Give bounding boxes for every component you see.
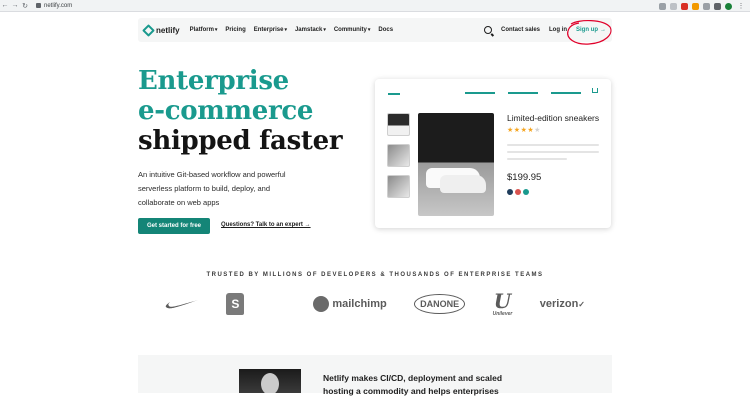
back-arrow-icon[interactable]: ← bbox=[0, 2, 10, 9]
mailchimp-logo: mailchimp bbox=[313, 296, 387, 312]
extension-icon[interactable] bbox=[670, 2, 677, 10]
product-thumbnail bbox=[387, 113, 410, 136]
person-photo bbox=[239, 369, 301, 393]
netlify-logo[interactable]: netlify bbox=[142, 23, 180, 37]
nav-item-enterprise[interactable]: Enterprise ▾ bbox=[254, 27, 287, 33]
star-filled-icon: ★ bbox=[513, 127, 521, 134]
address-bar[interactable]: netlify.com bbox=[36, 1, 636, 11]
talk-to-expert-link[interactable]: Questions? Talk to an expert → bbox=[221, 222, 311, 228]
brand-logos: S mailchimp DANONE U Unilever verizon ✓ bbox=[165, 288, 585, 320]
reload-icon[interactable]: ↻ bbox=[20, 2, 30, 10]
search-icon[interactable] bbox=[483, 26, 492, 34]
browser-toolbar: ← → ↻ netlify.com ⋮ bbox=[0, 0, 750, 12]
hero-heading: Enterprise e-commerce shipped faster bbox=[138, 66, 343, 156]
chevron-down-icon: ▾ bbox=[284, 27, 287, 33]
forward-arrow-icon[interactable]: → bbox=[10, 2, 20, 9]
product-card-illustration: Limited-edition sneakers ★★★★★ $199.95 bbox=[375, 79, 611, 228]
card-nav-bars bbox=[465, 92, 581, 94]
more-menu-icon[interactable]: ⋮ bbox=[736, 2, 746, 10]
nike-logo bbox=[165, 299, 199, 309]
cart-icon bbox=[592, 88, 598, 93]
extension-icon[interactable] bbox=[692, 2, 699, 10]
site-navigation: netlify Platform ▾ Pricing Enterprise ▾ Ja… bbox=[138, 18, 612, 42]
avatar[interactable] bbox=[725, 2, 732, 10]
trusted-heading: TRUSTED BY MILLIONS OF DEVELOPERS & THOU… bbox=[206, 272, 544, 278]
placeholder-text-lines bbox=[507, 144, 599, 165]
chevron-down-icon: ▾ bbox=[367, 27, 371, 33]
star-empty-icon: ★ bbox=[534, 127, 541, 134]
mailchimp-freddie-icon bbox=[313, 296, 330, 312]
verizon-logo: verizon ✓ bbox=[539, 298, 585, 310]
get-started-button[interactable]: Get started for free bbox=[138, 218, 210, 234]
unilever-u-icon: U bbox=[493, 289, 512, 313]
netlify-logo-icon bbox=[142, 23, 155, 37]
chevron-down-icon: ▾ bbox=[323, 27, 326, 33]
nav-item-community[interactable]: Community ▾ bbox=[334, 27, 371, 33]
puzzle-icon[interactable] bbox=[714, 2, 721, 10]
figma-logo bbox=[272, 293, 286, 315]
ci-cd-section: Netlify makes CI/CD, deployment and scal… bbox=[138, 355, 612, 396]
logo-text: netlify bbox=[156, 25, 180, 35]
nav-item-platform[interactable]: Platform ▾ bbox=[190, 27, 218, 33]
hero-line-2: e-commerce bbox=[138, 96, 314, 126]
product-thumbnail bbox=[387, 144, 410, 167]
nav-item-pricing[interactable]: Pricing bbox=[225, 27, 245, 33]
star-filled-icon: ★ bbox=[507, 127, 514, 134]
nike-swoosh-icon bbox=[165, 300, 198, 309]
hero-line-1: Enterprise bbox=[138, 66, 289, 96]
color-swatch bbox=[507, 189, 513, 195]
hero-line-3: shipped faster bbox=[138, 126, 343, 156]
section-text: Netlify makes CI/CD, deployment and scal… bbox=[323, 373, 503, 396]
product-main-image bbox=[418, 113, 494, 216]
extension-icon[interactable] bbox=[703, 2, 710, 10]
hero-description: An intuitive Git-based workflow and powe… bbox=[138, 170, 286, 207]
lock-icon bbox=[36, 3, 41, 8]
nav-item-jamstack[interactable]: Jamstack ▾ bbox=[295, 27, 326, 33]
unilever-logo: U Unilever bbox=[492, 289, 513, 317]
product-thumbnail bbox=[387, 175, 410, 198]
color-swatch bbox=[515, 189, 521, 195]
nav-item-docs[interactable]: Docs bbox=[378, 27, 393, 33]
contact-sales-link[interactable]: Contact sales bbox=[501, 27, 540, 33]
url-text: netlify.com bbox=[44, 2, 73, 9]
color-swatches bbox=[507, 189, 529, 195]
store-logo bbox=[388, 89, 400, 95]
shopify-logo: S bbox=[226, 293, 245, 315]
extension-icon[interactable] bbox=[681, 2, 688, 10]
star-rating: ★★★★★ bbox=[507, 126, 541, 134]
product-name: Limited-edition sneakers bbox=[507, 113, 600, 123]
extension-icon[interactable] bbox=[659, 2, 666, 10]
danone-logo: DANONE bbox=[414, 294, 466, 314]
color-swatch bbox=[523, 189, 529, 195]
chevron-down-icon: ▾ bbox=[214, 27, 218, 33]
extensions-area: ⋮ bbox=[659, 2, 746, 10]
product-price: $199.95 bbox=[507, 172, 542, 183]
red-circle-annotation bbox=[567, 20, 612, 45]
